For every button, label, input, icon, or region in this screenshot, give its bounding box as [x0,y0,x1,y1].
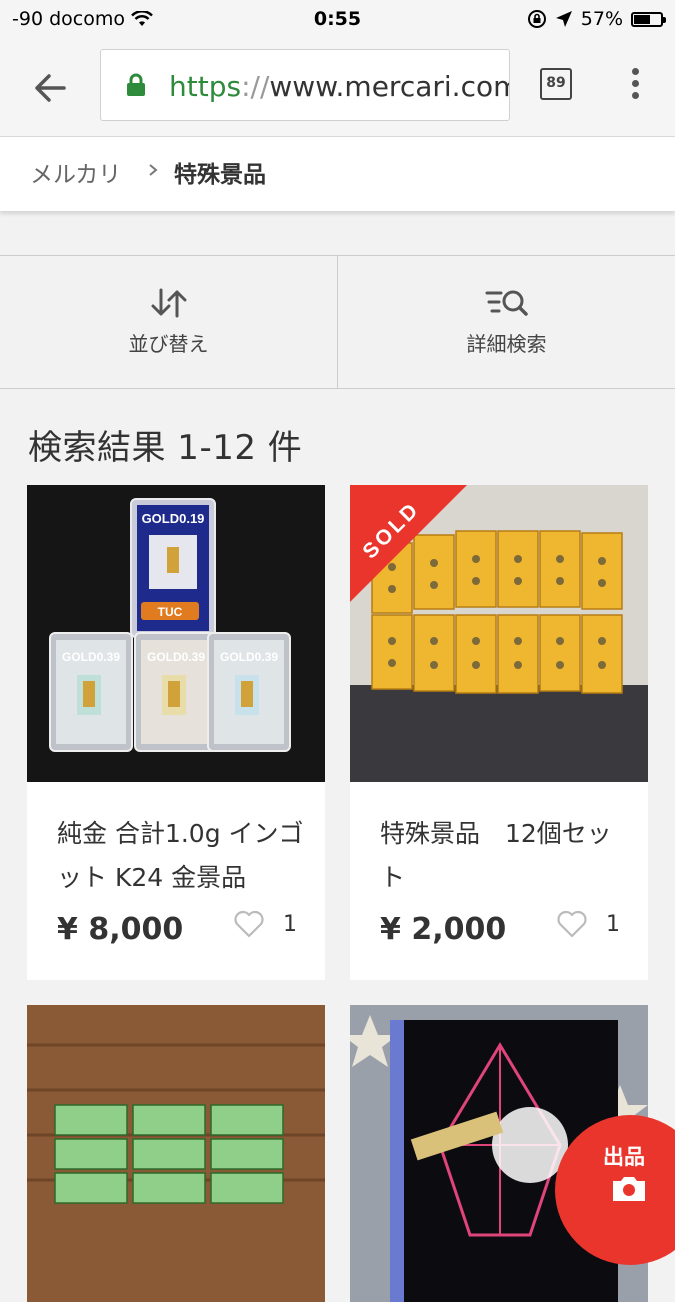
product-card[interactable]: GOLD0.19 TUC GOLD0.39 GOLD0.39 GOLD0.39 … [27,485,325,980]
sort-button[interactable]: 並び替え [0,256,337,388]
advanced-search-button[interactable]: 詳細検索 [337,256,675,388]
product-image[interactable]: SOLD [350,485,648,782]
product-image[interactable] [27,1005,325,1302]
tab-switcher-button[interactable]: 89 [540,68,572,100]
like-count-value: 1 [606,911,620,937]
chevron-right-icon [149,164,158,176]
product-price: ¥ 8,000 [57,912,184,947]
product-card[interactable]: SOLD 特殊景品 12個セット ¥ 2,000 1 [350,485,648,980]
breadcrumb: メルカリ 特殊景品 [0,137,675,211]
heart-icon [557,910,587,938]
browser-toolbar: https://www.mercari.com/ 89 [0,38,675,137]
filter-search-icon [485,290,528,316]
product-image[interactable]: GOLD0.19 TUC GOLD0.39 GOLD0.39 GOLD0.39 [27,485,325,782]
product-card[interactable] [27,1005,325,1302]
product-name: 特殊景品 12個セット [380,819,612,892]
ingot-label: GOLD0.39 [62,650,120,664]
back-arrow-icon[interactable] [30,68,70,108]
sort-label: 並び替え [128,332,209,356]
advanced-search-label: 詳細検索 [466,332,547,356]
sort-icon [151,288,186,318]
location-icon [555,11,572,27]
rotation-lock-icon [527,10,546,28]
sold-ribbon: SOLD [350,485,480,615]
lock-icon [127,73,145,96]
gold-ingots-photo: GOLD0.19 TUC GOLD0.39 GOLD0.39 GOLD0.39 [27,485,325,782]
product-price: ¥ 2,000 [380,912,507,947]
url-host: www.mercari.com/ [269,70,510,103]
results-heading: 検索結果 1-12 件 [28,428,303,468]
like-count[interactable]: 1 [233,910,297,938]
product-name: 純金 合計1.0g インゴット K24 金景品 [57,819,304,892]
sell-label: 出品 [603,1145,645,1169]
breadcrumb-home-link[interactable]: メルカリ [30,155,121,189]
breadcrumb-current: 特殊景品 [174,162,266,188]
status-bar: -90 docomo 0:55 57% [0,0,675,38]
url-separator: :// [241,70,270,103]
address-bar[interactable]: https://www.mercari.com/ [100,49,510,121]
ingot-label: GOLD0.39 [220,650,278,664]
url-scheme: https [169,70,242,103]
camera-icon [613,1177,645,1201]
battery-percent: 57% [580,8,623,30]
overflow-menu-icon[interactable] [620,68,650,108]
product-photo [27,1005,325,1302]
url-text: https://www.mercari.com/ [169,70,510,103]
product-info: 純金 合計1.0g インゴット K24 金景品 ¥ 8,000 1 [27,782,325,980]
status-right: 57% [527,8,666,30]
ingot-label: GOLD0.19 [142,511,205,526]
sort-filter-bar: 並び替え 詳細検索 [0,255,675,389]
product-info: 特殊景品 12個セット ¥ 2,000 1 [350,782,648,980]
heart-icon [234,910,264,938]
like-count[interactable]: 1 [556,910,620,938]
like-count-value: 1 [283,911,297,937]
ingot-label: GOLD0.39 [147,650,205,664]
battery-icon [631,11,666,27]
tuc-label: TUC [158,605,183,619]
